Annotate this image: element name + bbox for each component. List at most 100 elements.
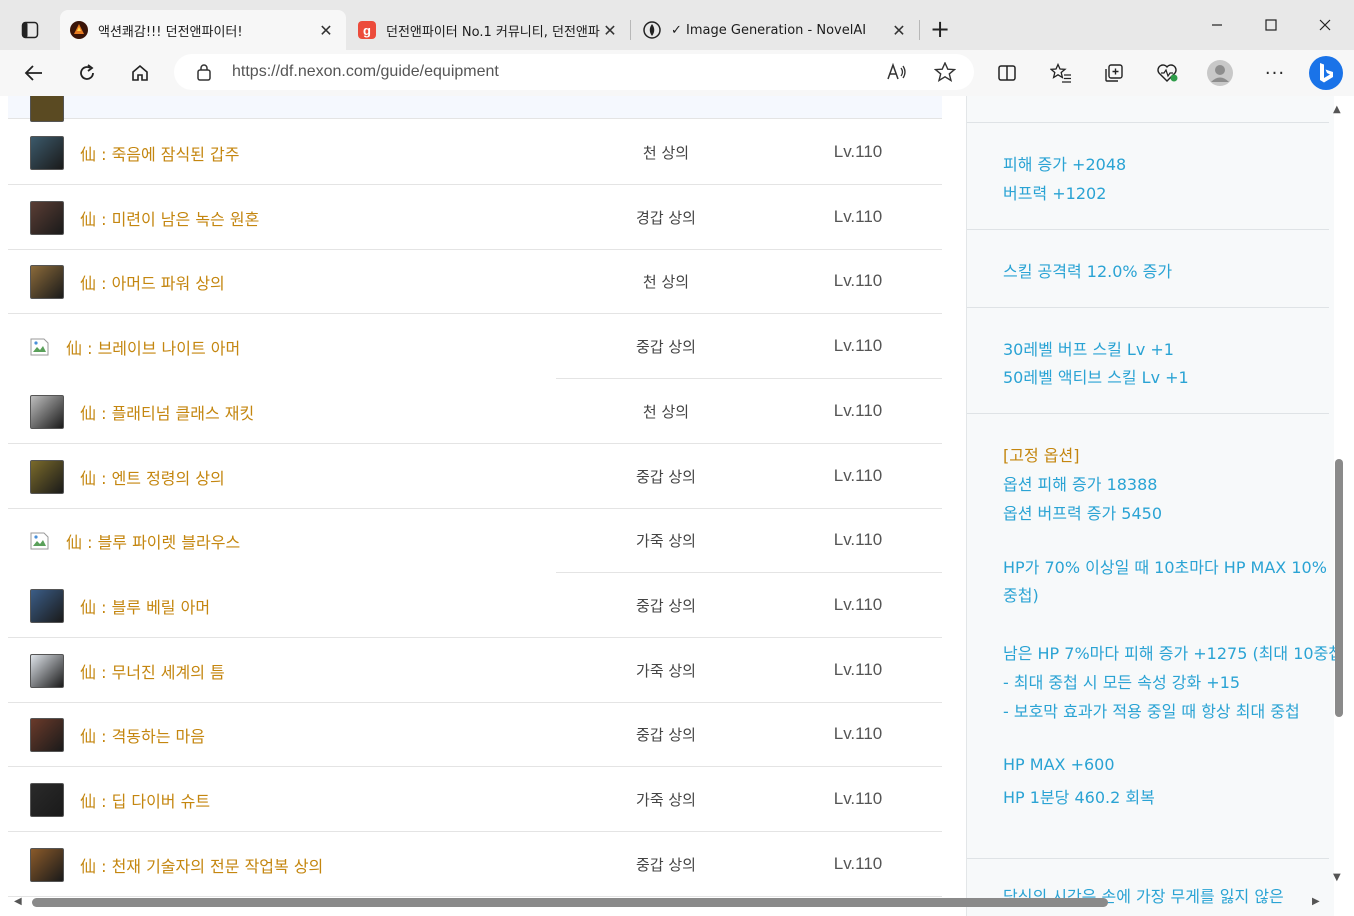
table-row[interactable]: 仙 : 브레이브 나이트 아머 중갑 상의 Lv.110 — [8, 314, 942, 379]
item-type: 중갑 상의 — [636, 726, 696, 744]
table-row[interactable] — [8, 96, 942, 122]
maximize-icon — [1265, 19, 1277, 31]
close-window-button[interactable] — [1302, 10, 1348, 40]
tab-dnf-guide[interactable]: 액션쾌감!!! 던전앤파이터! ✕ — [60, 10, 346, 50]
table-row[interactable]: 仙 : 천재 기술자의 전문 작업복 상의 중갑 상의 Lv.110 — [8, 832, 942, 897]
split-screen-button[interactable] — [991, 58, 1023, 88]
scroll-down-arrow-icon[interactable]: ▼ — [1333, 872, 1341, 883]
option-line: 버프력 +1202 — [1003, 184, 1107, 203]
tab-strip: 액션쾌감!!! 던전앤파이터! ✕ g 던전앤파이터 No.1 커뮤니티, 던전… — [0, 0, 1354, 50]
item-level: Lv.110 — [833, 854, 883, 873]
item-name-link[interactable]: 仙 : 플래티넘 클래스 재킷 — [80, 400, 254, 424]
option-line: 스킬 공격력 12.0% 증가 — [1003, 262, 1173, 281]
web-page: 仙 : 죽음에 잠식된 갑주 천 상의 Lv.110 仙 : 미련이 남은 녹슨 원혼… — [0, 96, 1354, 916]
item-level: Lv.110 — [833, 789, 883, 808]
item-icon — [30, 96, 64, 122]
option-line: - 보호막 효과가 적용 중일 때 항상 최대 중첩 — [1003, 702, 1300, 721]
maximize-button[interactable] — [1248, 10, 1294, 40]
favorites-button[interactable] — [1045, 58, 1077, 88]
item-level: Lv.110 — [833, 271, 883, 290]
item-name-link[interactable]: 仙 : 죽음에 잠식된 갑주 — [80, 141, 240, 165]
item-name-link[interactable]: 仙 : 격동하는 마음 — [80, 723, 205, 747]
item-icon — [30, 395, 64, 429]
option-line: HP 1분당 460.2 회복 — [1003, 788, 1155, 807]
new-tab-button[interactable]: + — [926, 16, 954, 44]
item-name-link[interactable]: 仙 : 브레이브 나이트 아머 — [66, 335, 240, 359]
navigation-toolbar: https://df.nexon.com/guide/equipment ··· — [0, 50, 1354, 96]
item-name-link[interactable]: 仙 : 천재 기술자의 전문 작업복 상의 — [80, 853, 323, 877]
item-type: 천 상의 — [642, 144, 690, 162]
item-name-link[interactable]: 仙 : 엔트 정령의 상의 — [80, 465, 225, 489]
browser-essentials-button[interactable] — [1151, 58, 1183, 88]
table-row[interactable]: 仙 : 격동하는 마음 중갑 상의 Lv.110 — [8, 702, 942, 767]
divider — [967, 413, 1329, 414]
item-name-link[interactable]: 仙 : 딥 다이버 슈트 — [80, 788, 210, 812]
item-level: Lv.110 — [833, 724, 883, 743]
item-name-link[interactable]: 仙 : 블루 파이렛 블라우스 — [66, 529, 240, 553]
option-line: 중첩) — [1003, 586, 1039, 605]
favorites-list-icon — [1050, 63, 1071, 83]
option-line: 남은 HP 7%마다 피해 증가 +1275 (최대 10중첩 — [1003, 644, 1344, 663]
scroll-left-arrow-icon[interactable]: ◀ — [14, 896, 22, 907]
collections-button[interactable] — [1098, 58, 1130, 88]
horizontal-scroll-thumb[interactable] — [32, 898, 1108, 907]
scroll-up-arrow-icon[interactable]: ▲ — [1333, 104, 1341, 115]
close-tab-icon[interactable]: ✕ — [889, 21, 909, 40]
table-row[interactable]: 仙 : 플래티넘 클래스 재킷 천 상의 Lv.110 — [8, 379, 942, 444]
table-row[interactable]: 仙 : 무너진 세계의 틈 가죽 상의 Lv.110 — [8, 638, 942, 703]
item-icon — [30, 201, 64, 235]
refresh-button[interactable] — [71, 58, 103, 88]
collections-icon — [1105, 64, 1123, 82]
item-name-link[interactable]: 仙 : 미련이 남은 녹슨 원혼 — [80, 206, 259, 230]
item-level: Lv.110 — [833, 336, 883, 355]
table-row[interactable]: 仙 : 엔트 정령의 상의 중갑 상의 Lv.110 — [8, 444, 942, 509]
plus-icon: + — [929, 15, 951, 43]
heart-pulse-icon — [1157, 64, 1178, 82]
bing-icon — [1309, 56, 1343, 90]
table-row[interactable]: 仙 : 딥 다이버 슈트 가죽 상의 Lv.110 — [8, 767, 942, 832]
back-button[interactable] — [18, 58, 50, 88]
table-row[interactable]: 仙 : 아머드 파워 상의 천 상의 Lv.110 — [8, 249, 942, 314]
item-type: 천 상의 — [642, 273, 690, 291]
profile-button[interactable] — [1204, 58, 1236, 88]
item-icon — [30, 783, 64, 817]
item-name-link[interactable]: 仙 : 블루 베릴 아머 — [80, 594, 210, 618]
item-level: Lv.110 — [833, 595, 883, 614]
read-aloud-icon[interactable] — [886, 62, 908, 86]
divider — [967, 229, 1329, 230]
table-row[interactable]: 仙 : 미련이 남은 녹슨 원혼 경갑 상의 Lv.110 — [8, 185, 942, 250]
minimize-button[interactable] — [1194, 10, 1240, 40]
home-button[interactable] — [124, 58, 156, 88]
option-line: 30레벨 버프 스킬 Lv +1 — [1003, 340, 1174, 359]
minimize-icon — [1212, 24, 1222, 26]
bing-copilot-button[interactable] — [1306, 54, 1346, 92]
divider — [967, 122, 1329, 123]
item-level: Lv.110 — [833, 142, 883, 161]
tab-community[interactable]: g 던전앤파이터 No.1 커뮤니티, 던전앤파이터 ✕ — [348, 10, 630, 50]
item-name-link[interactable]: 仙 : 무너진 세계의 틈 — [80, 659, 225, 683]
back-arrow-icon — [24, 65, 42, 81]
tab-novelai[interactable]: ✓ Image Generation - NovelAI ✕ — [633, 10, 919, 50]
item-icon — [30, 589, 64, 623]
tab-title: 던전앤파이터 No.1 커뮤니티, 던전앤파이터 — [386, 24, 600, 40]
option-line: HP가 70% 이상일 때 10초마다 HP MAX 10% — [1003, 558, 1327, 577]
item-name-link[interactable]: 仙 : 아머드 파워 상의 — [80, 270, 225, 294]
table-row[interactable]: 仙 : 블루 베릴 아머 중갑 상의 Lv.110 — [8, 573, 942, 638]
vertical-scroll-thumb[interactable] — [1335, 459, 1343, 717]
scroll-right-arrow-icon[interactable]: ▶ — [1312, 896, 1320, 907]
broken-image-icon — [30, 338, 50, 356]
item-level: Lv.110 — [833, 660, 883, 679]
item-icon — [30, 654, 64, 688]
close-tab-icon[interactable]: ✕ — [316, 21, 336, 40]
table-row[interactable]: 仙 : 죽음에 잠식된 갑주 천 상의 Lv.110 — [8, 120, 942, 185]
option-line: 피해 증가 +2048 — [1003, 155, 1127, 174]
table-row[interactable]: 仙 : 블루 파이렛 블라우스 가죽 상의 Lv.110 — [8, 508, 942, 573]
lock-icon[interactable] — [196, 63, 212, 85]
item-icon — [30, 848, 64, 882]
address-bar[interactable]: https://df.nexon.com/guide/equipment — [174, 54, 974, 90]
favorite-star-icon[interactable] — [933, 61, 957, 86]
broken-image-icon — [30, 532, 50, 550]
close-tab-icon[interactable]: ✕ — [600, 21, 620, 40]
settings-more-button[interactable]: ··· — [1259, 58, 1291, 88]
tab-actions-button[interactable] — [12, 14, 48, 46]
